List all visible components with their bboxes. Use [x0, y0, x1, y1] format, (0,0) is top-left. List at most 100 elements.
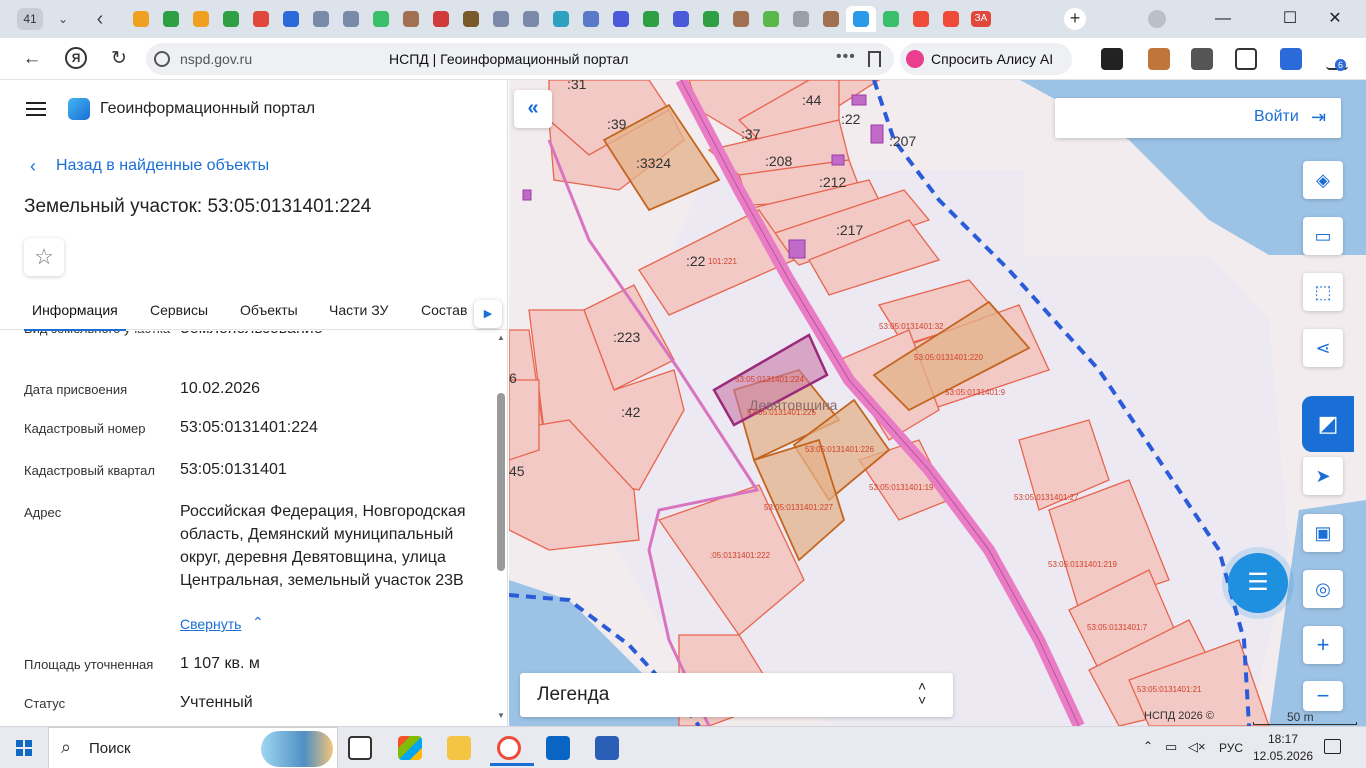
login-button[interactable]: Войти ⇥ [1055, 98, 1341, 138]
pinned-tab[interactable] [666, 6, 696, 32]
tab-scroll-back-icon[interactable]: ‹ [88, 6, 112, 32]
pinned-tab[interactable] [876, 6, 906, 32]
layers-icon[interactable]: ◈ [1303, 161, 1343, 199]
pinned-tab[interactable] [186, 6, 216, 32]
pinned-tab[interactable] [456, 6, 486, 32]
close-window-icon[interactable]: ✕ [1320, 6, 1350, 32]
pinned-tab[interactable] [546, 6, 576, 32]
windows-start-icon[interactable] [16, 740, 32, 756]
tab-parts[interactable]: Части ЗУ [329, 302, 388, 318]
chat-assistant-button[interactable]: ☰ [1228, 553, 1288, 613]
ruler-icon[interactable]: ▭ [1303, 217, 1343, 255]
geolocation-icon[interactable]: ◎ [1303, 570, 1343, 608]
pinned-tab[interactable] [366, 6, 396, 32]
pinned-tab[interactable] [396, 6, 426, 32]
clock-date[interactable]: 12.05.2026 [1253, 749, 1313, 763]
volume-muted-icon[interactable]: ◁× [1188, 739, 1206, 755]
zoom-in-icon[interactable]: + [1303, 626, 1343, 664]
select-area-icon[interactable]: ⬚ [1303, 273, 1343, 311]
yandex-browser-icon[interactable] [490, 736, 534, 766]
network-icon[interactable]: ▭ [1165, 739, 1177, 755]
site-info-icon[interactable] [154, 51, 170, 67]
pinned-tab[interactable] [126, 6, 156, 32]
highlight-object-icon[interactable]: ◩ [1302, 396, 1354, 452]
tab-count-badge[interactable]: 41 [17, 8, 43, 30]
task-view-icon[interactable] [348, 736, 372, 760]
share-icon[interactable]: ⋖ [1303, 329, 1343, 367]
taskbar-search-box[interactable]: ⌕ Поиск [48, 727, 338, 768]
extensions-icon[interactable] [1235, 48, 1257, 70]
outlook-icon[interactable] [546, 736, 570, 760]
tab-information[interactable]: Информация [24, 302, 126, 331]
pinned-tab[interactable] [936, 6, 966, 32]
profile-avatar[interactable] [1148, 10, 1166, 28]
pinned-tab[interactable] [516, 6, 546, 32]
extension-character-icon[interactable] [1148, 48, 1170, 70]
tab-services[interactable]: Сервисы [150, 302, 208, 318]
pinned-tab[interactable] [216, 6, 246, 32]
minimize-window-icon[interactable]: — [1208, 6, 1238, 32]
collapse-panel-button[interactable]: « [514, 90, 552, 128]
map-label: :207 [889, 133, 916, 149]
ask-alice-button[interactable]: Спросить Алису AI [900, 43, 1072, 75]
pinned-tab[interactable] [606, 6, 636, 32]
pinned-tab[interactable] [846, 6, 876, 32]
chevron-left-icon[interactable]: ‹ [30, 156, 36, 177]
pinned-tab[interactable] [816, 6, 846, 32]
tabs-scroll-right-icon[interactable]: ▶ [474, 300, 502, 328]
input-language[interactable]: РУС [1219, 741, 1243, 755]
pinned-tab[interactable] [726, 6, 756, 32]
back-to-results-link[interactable]: Назад в найденные объекты [56, 157, 269, 175]
panel-scrollbar[interactable]: ▲ ▼ [495, 331, 507, 726]
pinned-tab[interactable] [486, 6, 516, 32]
notification-icon[interactable] [1324, 739, 1341, 754]
chevron-down-icon[interactable]: ⌄ [52, 9, 74, 29]
clock-time[interactable]: 18:17 [1268, 732, 1298, 746]
tab-composition[interactable]: Состав [421, 302, 467, 318]
legend-dropdown[interactable]: Легенда ˄ ˅ [520, 673, 953, 717]
pinned-tab[interactable] [156, 6, 186, 32]
pinned-tab[interactable] [636, 6, 666, 32]
scroll-down-arrow-icon[interactable]: ▼ [497, 711, 505, 720]
tab-objects[interactable]: Объекты [240, 302, 298, 318]
pinned-tab[interactable] [306, 6, 336, 32]
bookmark-icon[interactable] [868, 51, 881, 67]
collapse-link[interactable]: Свернуть [180, 616, 241, 632]
pinned-tab[interactable] [246, 6, 276, 32]
maximize-window-icon[interactable]: ☐ [1275, 6, 1305, 32]
chevron-up-icon[interactable]: ⌃ [1143, 739, 1153, 753]
chevron-up-icon[interactable]: ⌃ [252, 614, 264, 631]
pinned-tab[interactable] [426, 6, 456, 32]
url-field[interactable]: nspd.gov.ru НСПД | Геоинформационный пор… [146, 43, 894, 75]
word-icon[interactable] [595, 736, 619, 760]
folder-icon[interactable] [447, 736, 471, 760]
yandex-home-icon[interactable]: Я [65, 47, 87, 69]
pinned-tab[interactable]: ЗА [966, 6, 996, 32]
navigate-icon[interactable]: ➤ [1303, 457, 1343, 495]
reload-icon[interactable]: ↻ [106, 46, 132, 72]
hamburger-menu-icon[interactable] [26, 102, 46, 116]
back-arrow-icon[interactable]: ← [19, 46, 45, 72]
pinned-tab[interactable] [756, 6, 786, 32]
scroll-up-arrow-icon[interactable]: ▲ [497, 333, 505, 342]
scrollbar-thumb[interactable] [497, 393, 505, 571]
more-options-icon[interactable]: ••• [836, 48, 856, 66]
pinned-tab[interactable] [276, 6, 306, 32]
pinned-tab[interactable] [336, 6, 366, 32]
extension-word-icon[interactable] [1280, 48, 1302, 70]
favorite-star-button[interactable]: ☆ [24, 238, 64, 276]
new-tab-button[interactable]: + [1064, 8, 1086, 30]
pinned-tab[interactable] [786, 6, 816, 32]
extension-k-icon[interactable] [1101, 48, 1123, 70]
pinned-tab[interactable] [696, 6, 726, 32]
print-icon[interactable]: ▣ [1303, 514, 1343, 552]
cadastral-map[interactable]: :31 :39 :3324 :44 :22 :37 :207 :208 :212… [509, 80, 1366, 726]
store-icon[interactable] [398, 736, 422, 760]
map-small-label: 53:05:0131401:220 [914, 353, 984, 362]
extension-dark-icon[interactable] [1191, 48, 1213, 70]
map-canvas[interactable]: :31 :39 :3324 :44 :22 :37 :207 :208 :212… [509, 80, 1366, 726]
pinned-tab[interactable] [906, 6, 936, 32]
pinned-tab[interactable] [576, 6, 606, 32]
zoom-out-icon[interactable]: − [1303, 681, 1343, 711]
attr-value: 1 107 кв. м [180, 655, 260, 672]
